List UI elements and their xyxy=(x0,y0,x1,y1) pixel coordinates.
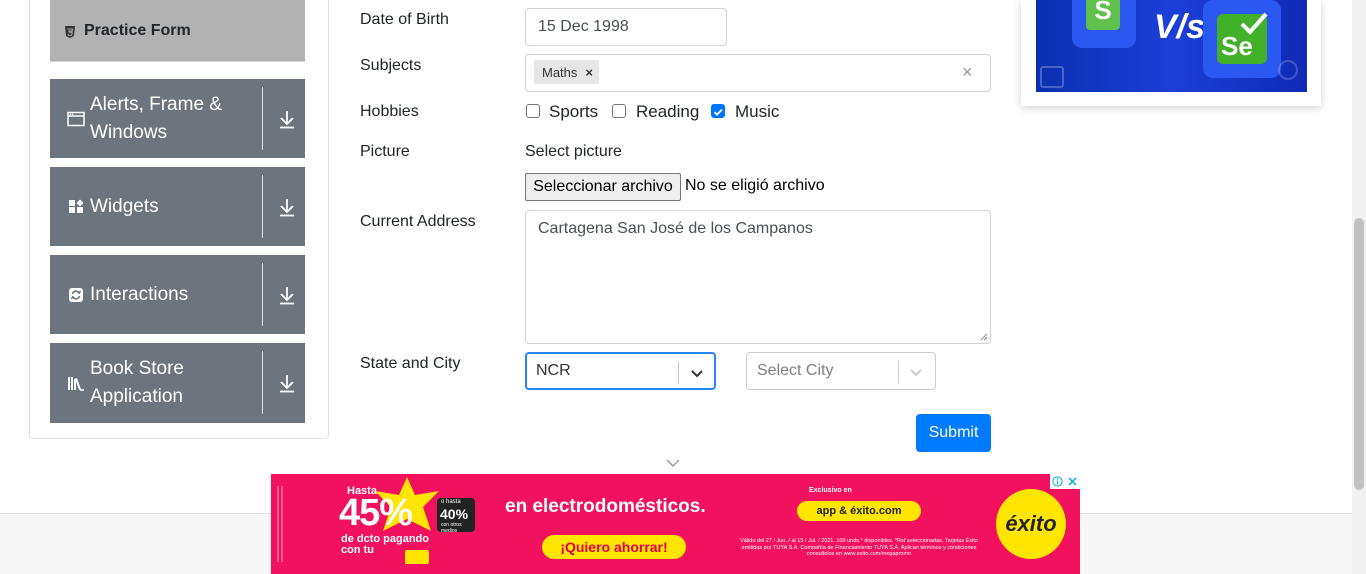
right-ad-banner[interactable]: S V/s Se xyxy=(1036,0,1307,92)
sidebar-group-label: Interactions xyxy=(90,283,189,305)
shopify-logo-icon: S xyxy=(1086,0,1120,30)
download-arrow-icon[interactable] xyxy=(278,109,296,129)
book-icon xyxy=(67,374,85,392)
sidebar-group-label: Alerts, Frame & Windows xyxy=(90,93,222,143)
ad-headline: en electrodomésticos. xyxy=(505,496,706,517)
select-picture-label: Select picture xyxy=(525,143,622,160)
download-arrow-icon[interactable] xyxy=(278,373,296,393)
state-select[interactable]: NCR xyxy=(525,352,716,390)
ad-exclusivo: Exclusivo en xyxy=(809,487,852,494)
chip-remove-button[interactable]: × xyxy=(585,65,593,80)
sidebar-group-label: Widgets xyxy=(90,195,159,217)
current-address-textarea[interactable]: Cartagena San José de los Campanos xyxy=(525,210,991,344)
hobby-sports-checkbox[interactable] xyxy=(526,104,540,118)
subject-chip-label: Maths xyxy=(542,64,578,80)
city-placeholder: Select City xyxy=(757,362,834,379)
chevron-down-icon[interactable] xyxy=(909,365,923,379)
file-status: No se eligió archivo xyxy=(685,177,825,194)
ad-controls[interactable] xyxy=(1050,474,1080,489)
divider xyxy=(262,351,263,414)
hobbies-label: Hobbies xyxy=(360,103,419,120)
hobby-reading-label[interactable]: Reading xyxy=(636,102,699,122)
subject-chip: Maths × xyxy=(534,60,599,84)
hobby-music-label[interactable]: Music xyxy=(735,102,779,122)
picture-label: Picture xyxy=(360,143,410,160)
dob-value: 15 Dec 1998 xyxy=(538,18,629,35)
ad-o-hasta: o hasta xyxy=(441,499,461,505)
current-address-label: Current Address xyxy=(360,213,476,230)
ad-percent: 45% xyxy=(339,492,413,534)
state-city-label: State and City xyxy=(360,355,461,372)
html5-icon xyxy=(64,25,76,38)
download-arrow-icon[interactable] xyxy=(278,197,296,217)
checkmark-icon xyxy=(1240,12,1268,35)
scrollbar-thumb[interactable] xyxy=(1354,218,1364,490)
bottom-ad-banner[interactable]: Hasta 45% o hasta 40% con otros medios d… xyxy=(271,474,1080,574)
dob-input[interactable]: 15 Dec 1998 xyxy=(525,8,727,46)
ad-forty: 40% xyxy=(440,506,469,522)
hobby-sports-label[interactable]: Sports xyxy=(549,102,598,122)
window-icon xyxy=(67,110,85,128)
state-value: NCR xyxy=(536,362,571,379)
sidebar-group-book-store[interactable]: Book Store Application xyxy=(50,343,305,423)
ad-forty-badge: o hasta 40% con otros medios xyxy=(437,498,475,534)
download-arrow-icon[interactable] xyxy=(278,285,296,305)
card-icon xyxy=(405,550,429,564)
resize-grip-icon[interactable] xyxy=(980,333,988,341)
submit-button[interactable]: Submit xyxy=(916,414,991,452)
sidebar-group-label: Book Store Application xyxy=(90,358,184,407)
ad-fineprint: Válido del 27 / Jun. / al 15 / Jul. / 20… xyxy=(740,538,978,557)
decorative-icon xyxy=(1278,60,1298,80)
clear-subjects-button[interactable]: × xyxy=(962,62,973,83)
ad-cta-button[interactable]: ¡Quiero ahorrar! xyxy=(542,535,686,559)
choose-file-button[interactable]: Seleccionar archivo xyxy=(525,173,681,201)
city-select[interactable]: Select City xyxy=(746,352,936,390)
ad-side-fineprint xyxy=(275,482,287,566)
chevron-down-icon xyxy=(666,459,680,467)
checkmark-icon xyxy=(713,108,723,116)
interactions-icon xyxy=(67,286,85,304)
selenium-logo-tile: Se xyxy=(1203,0,1281,78)
divider xyxy=(262,87,263,150)
chevron-down-icon[interactable] xyxy=(690,366,704,380)
shopify-logo-tile: S xyxy=(1072,0,1136,48)
divider xyxy=(262,175,263,238)
subjects-label: Subjects xyxy=(360,57,422,74)
ad-info-icon[interactable] xyxy=(1050,474,1065,489)
sidebar-item-label: Practice Form xyxy=(84,21,191,39)
dob-label: Date of Birth xyxy=(360,11,449,28)
decorative-icon xyxy=(1040,66,1064,88)
widgets-icon xyxy=(67,198,85,216)
sidebar-group-widgets[interactable]: Widgets xyxy=(50,167,305,246)
ad-app-badge: app & éxito.com xyxy=(797,501,921,521)
select-separator xyxy=(678,362,679,384)
current-address-value: Cartagena San José de los Campanos xyxy=(538,220,813,237)
hobby-music-checkbox[interactable] xyxy=(711,104,725,118)
hobby-reading-checkbox[interactable] xyxy=(612,104,626,118)
sidebar-item-practice-form[interactable]: Practice Form xyxy=(50,0,305,62)
select-separator xyxy=(898,361,899,383)
vs-text: V/s xyxy=(1154,8,1206,46)
exito-logo: éxito xyxy=(996,489,1066,559)
divider xyxy=(262,263,263,326)
sidebar-group-alerts-frame-windows[interactable]: Alerts, Frame & Windows xyxy=(50,79,305,158)
ad-con-otros: con otros medios xyxy=(441,522,462,534)
ad-close-icon[interactable] xyxy=(1065,474,1080,489)
sidebar-group-interactions[interactable]: Interactions xyxy=(50,255,305,334)
